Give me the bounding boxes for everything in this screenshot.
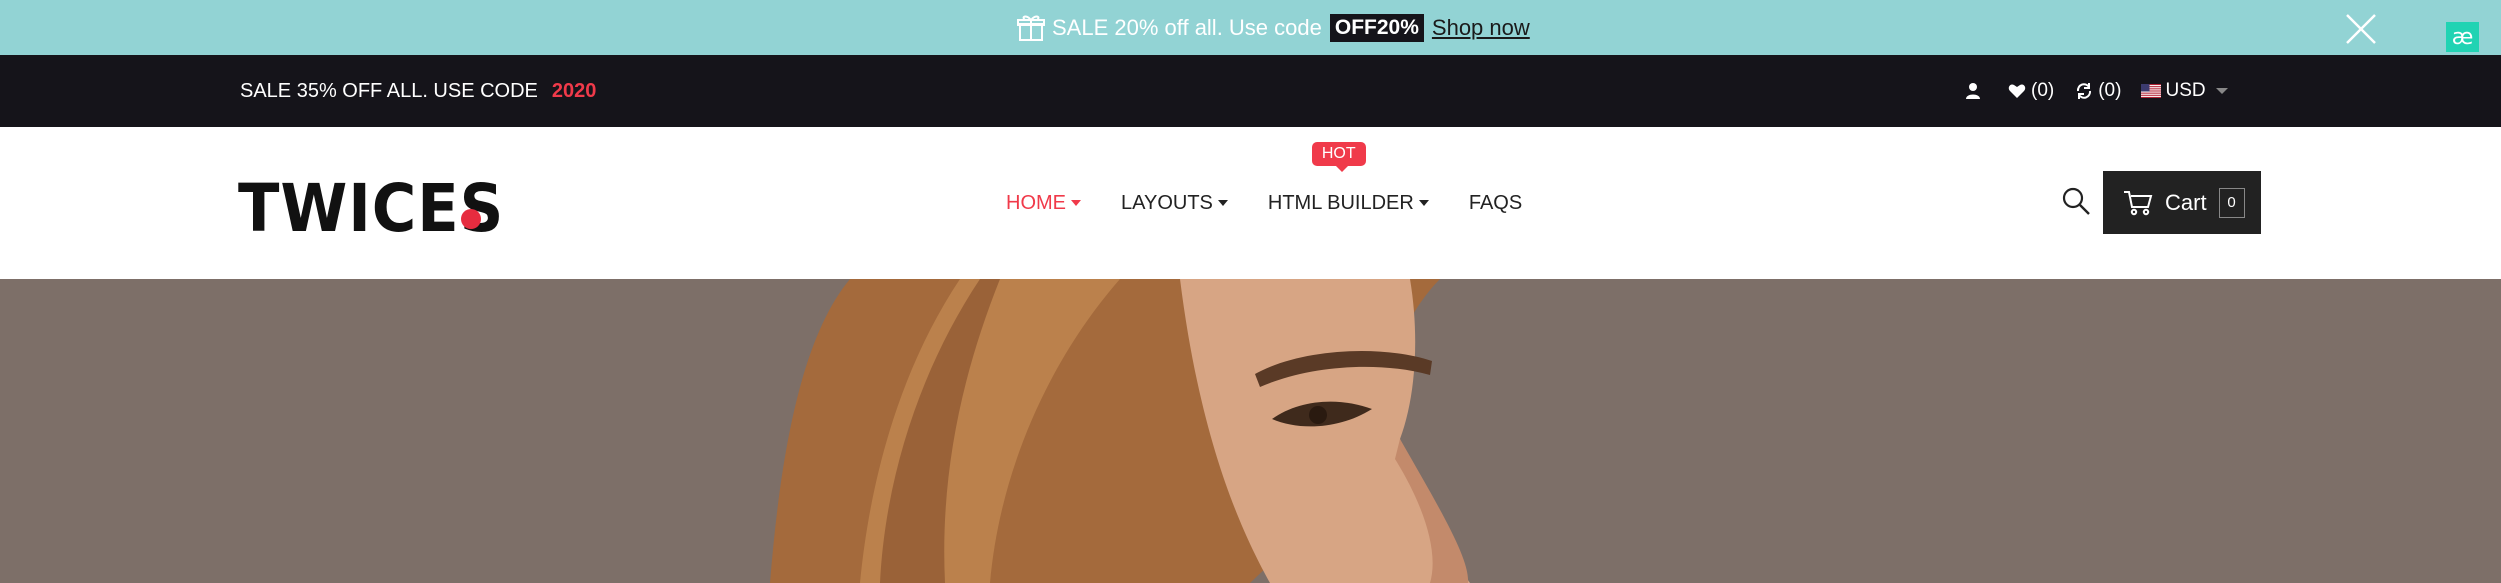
announcement-content: SALE 20% off all. Use code OFF20% Shop n… (1016, 0, 1530, 55)
search-icon[interactable] (2060, 185, 2092, 217)
nav-item-home[interactable]: HOME (1006, 192, 1081, 215)
chevron-down-icon (2215, 88, 2228, 94)
compare-button[interactable]: (0) (2074, 80, 2121, 102)
extension-badge[interactable]: æ (2446, 22, 2479, 52)
main-nav: HOME LAYOUTS HOT HTML BUILDER FAQS (1006, 127, 1562, 279)
site-header: TWICES HOME LAYOUTS HOT HTML BUILDER FAQ… (0, 127, 2501, 279)
nav-label: HTML BUILDER (1267, 191, 1414, 214)
nav-label: LAYOUTS (1121, 191, 1213, 214)
hero-banner-image (0, 279, 2501, 583)
heart-icon (2008, 84, 2026, 98)
promo-code: OFF20% (1329, 13, 1424, 42)
site-logo[interactable]: TWICES (238, 169, 527, 247)
currency-selector[interactable]: USD (2141, 80, 2228, 102)
top-sale-message: SALE 35% OFF ALL. USE CODE 2020 (240, 55, 596, 127)
shop-now-link[interactable]: Shop now (1432, 15, 1530, 41)
top-utilities: (0) (0) USD (1963, 55, 2248, 127)
logo-dot (461, 209, 481, 229)
gift-icon (1017, 15, 1045, 41)
caret-down-icon (1217, 200, 1228, 206)
cart-button[interactable]: Cart 0 (2103, 171, 2261, 234)
refresh-icon (2077, 83, 2092, 99)
nav-item-layouts[interactable]: LAYOUTS (1121, 192, 1228, 215)
cart-count: 0 (2218, 187, 2245, 218)
cart-icon (2124, 190, 2153, 215)
top-sale-code: 2020 (551, 79, 597, 102)
top-sale-text: SALE 35% OFF ALL. USE CODE (240, 79, 538, 102)
caret-down-icon (1418, 200, 1429, 206)
hot-badge: HOT (1311, 141, 1366, 172)
nav-item-html-builder[interactable]: HOT HTML BUILDER (1267, 141, 1429, 215)
account-button[interactable] (1963, 81, 1987, 101)
announcement-text: SALE 20% off all. Use code (1052, 14, 1322, 40)
wishlist-button[interactable]: (0) (2007, 80, 2054, 102)
close-icon[interactable] (2344, 12, 2378, 46)
cart-label: Cart (2165, 189, 2207, 215)
compare-count: (0) (2098, 80, 2122, 101)
hero-portrait-image (0, 279, 2501, 583)
announcement-bar: SALE 20% off all. Use code OFF20% Shop n… (0, 0, 2501, 55)
currency-label: USD (2165, 80, 2206, 101)
nav-item-faqs[interactable]: FAQS (1469, 192, 1522, 215)
logo-text: TWICES (238, 170, 505, 247)
us-flag-icon (2141, 84, 2162, 98)
nav-label: HOME (1006, 191, 1066, 214)
user-icon (1966, 83, 1980, 99)
caret-down-icon (1071, 200, 1081, 206)
wishlist-count: (0) (2031, 80, 2055, 101)
top-bar: SALE 35% OFF ALL. USE CODE 2020 (0) (0) (0, 55, 2501, 127)
nav-label: FAQS (1468, 191, 1523, 214)
